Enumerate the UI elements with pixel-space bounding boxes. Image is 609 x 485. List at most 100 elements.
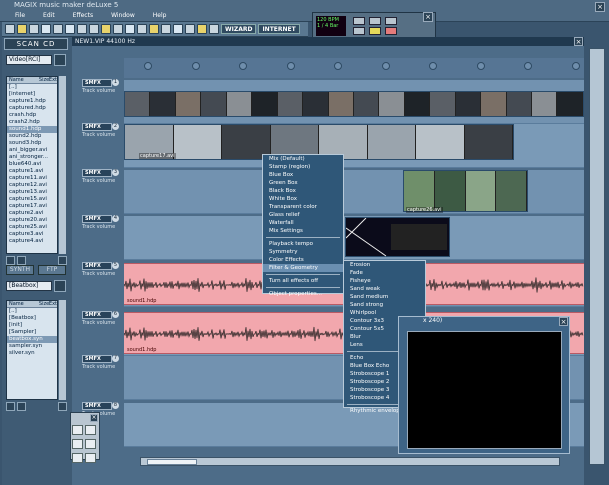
list-item[interactable]: sound1.hdp [7, 126, 57, 133]
list-item[interactable]: [init] [7, 322, 57, 329]
menu-item[interactable]: Symmetry [263, 248, 343, 256]
menu-item[interactable]: Waterfall [263, 219, 343, 227]
menu-effects[interactable]: Effects [64, 12, 102, 21]
ruler-marker[interactable] [524, 62, 532, 70]
new-icon[interactable] [5, 24, 15, 34]
menu-item[interactable]: Color Effects [263, 256, 343, 264]
list-item[interactable]: capture25.avi [7, 224, 57, 231]
menu-item[interactable]: Object properties... [263, 290, 343, 298]
list-item[interactable]: sound2.hdp [7, 133, 57, 140]
fx-icon[interactable] [173, 24, 183, 34]
list-item[interactable]: crash.hdp [7, 112, 57, 119]
up-arrow-icon[interactable] [6, 256, 15, 265]
smfx-button[interactable]: SMFX [82, 215, 112, 223]
video-icon[interactable] [149, 24, 159, 34]
ftp-tab[interactable]: FTP [38, 265, 66, 275]
col-name[interactable]: Name [7, 301, 37, 307]
menu-item[interactable]: Playback tempo [263, 240, 343, 248]
synth-list-scrollbar[interactable] [58, 300, 66, 400]
mixer-icon[interactable] [137, 24, 147, 34]
track-number[interactable]: 5 [112, 262, 119, 269]
track-number[interactable]: 6 [112, 311, 119, 318]
list-item[interactable]: [..] [7, 308, 57, 315]
list-item[interactable]: [internet] [7, 91, 57, 98]
video-monitor-window[interactable]: x 240) × [398, 316, 570, 454]
ruler-marker[interactable] [239, 62, 247, 70]
ungroup-icon[interactable] [113, 24, 123, 34]
rewind-button[interactable] [353, 17, 365, 25]
zoom-icon[interactable] [197, 24, 207, 34]
headphones-icon[interactable] [85, 453, 96, 463]
list-item[interactable]: sampler.syn [7, 343, 57, 350]
palette-close-icon[interactable]: × [90, 414, 98, 422]
list-item[interactable]: beatbox.syn [7, 336, 57, 343]
menu-item[interactable]: Turn all effects off [263, 277, 343, 285]
record-button[interactable] [385, 27, 397, 35]
zoom-icon[interactable] [85, 439, 96, 449]
synth-dropdown-arrow-icon[interactable] [54, 280, 66, 292]
list-item[interactable]: capture20.avi [7, 217, 57, 224]
stop-button[interactable] [353, 27, 365, 35]
smfx-button[interactable]: SMFX [82, 262, 112, 270]
ruler-marker[interactable] [477, 62, 485, 70]
track-volume-label[interactable]: Track volume [82, 132, 115, 138]
menu-item[interactable]: Green Box [263, 179, 343, 187]
transport-close-icon[interactable]: × [423, 12, 433, 22]
paste-icon[interactable] [77, 24, 87, 34]
menu-window[interactable]: Window [102, 12, 144, 21]
pen-icon[interactable] [72, 439, 83, 449]
play-button[interactable] [369, 27, 381, 35]
list-item[interactable]: capture12.avi [7, 182, 57, 189]
track-number[interactable]: 4 [112, 215, 119, 222]
smfx-button[interactable]: SMFX [82, 123, 112, 131]
menu-item[interactable]: Fade [344, 269, 425, 277]
dropdown-arrow-icon[interactable] [54, 54, 66, 66]
group-icon[interactable] [101, 24, 111, 34]
horizontal-scrollbar[interactable] [140, 457, 560, 466]
print-icon[interactable] [41, 24, 51, 34]
track-volume-label[interactable]: Track volume [82, 178, 115, 184]
list-item[interactable]: crash2.hdp [7, 119, 57, 126]
ruler-marker[interactable] [334, 62, 342, 70]
file-list[interactable]: Name Size Ext [..] [internet] capture1.hdp… [6, 76, 58, 254]
hand-icon[interactable] [85, 425, 96, 435]
smfx-button[interactable]: SMFX [82, 311, 112, 319]
arranger-close-icon[interactable]: × [574, 37, 583, 46]
vertical-scrollbar[interactable] [589, 48, 605, 465]
file-list-scrollbar[interactable] [58, 76, 66, 254]
menu-item[interactable]: Fisheye [344, 277, 425, 285]
down-arrow-icon[interactable] [17, 402, 26, 411]
menu-item[interactable]: Glass relief [263, 211, 343, 219]
split-icon[interactable] [125, 24, 135, 34]
video-close-icon[interactable]: × [559, 317, 568, 326]
list-item[interactable]: silver.syn [7, 350, 57, 357]
list-item[interactable]: capture15.avi [7, 196, 57, 203]
list-item[interactable]: capture1.avi [7, 168, 57, 175]
track-number[interactable]: 7 [112, 355, 119, 362]
list-item[interactable]: ani_bigger.avi [7, 147, 57, 154]
menu-item[interactable]: Stamp (region) [263, 163, 343, 171]
synth-icon[interactable] [161, 24, 171, 34]
smfx-button[interactable]: SMFX [82, 355, 112, 363]
ruler-marker[interactable] [192, 62, 200, 70]
track-volume-label[interactable]: Track volume [82, 271, 115, 277]
list-item[interactable]: [Beatbox] [7, 315, 57, 322]
scissors-icon[interactable] [72, 425, 83, 435]
loop-button[interactable] [385, 17, 397, 25]
close-icon[interactable]: × [595, 2, 605, 12]
menu-item[interactable]: Sand medium [344, 293, 425, 301]
video-clip-1[interactable] [124, 91, 584, 117]
col-ext[interactable]: Ext [47, 301, 57, 307]
menu-item[interactable]: Black Box [263, 187, 343, 195]
scan-cd-button[interactable]: SCAN CD [4, 38, 68, 50]
col-size[interactable]: Size [37, 77, 49, 83]
menu-help[interactable]: Help [144, 12, 176, 21]
ruler-marker[interactable] [429, 62, 437, 70]
list-item[interactable]: capture13.avi [7, 189, 57, 196]
menu-file[interactable]: File [6, 12, 34, 21]
ruler-marker[interactable] [382, 62, 390, 70]
synth-dropdown[interactable]: [Beatbox] [6, 281, 52, 291]
col-ext[interactable]: Ext [47, 77, 57, 83]
home-icon[interactable] [58, 402, 67, 411]
menu-item[interactable]: Sand strong [344, 301, 425, 309]
